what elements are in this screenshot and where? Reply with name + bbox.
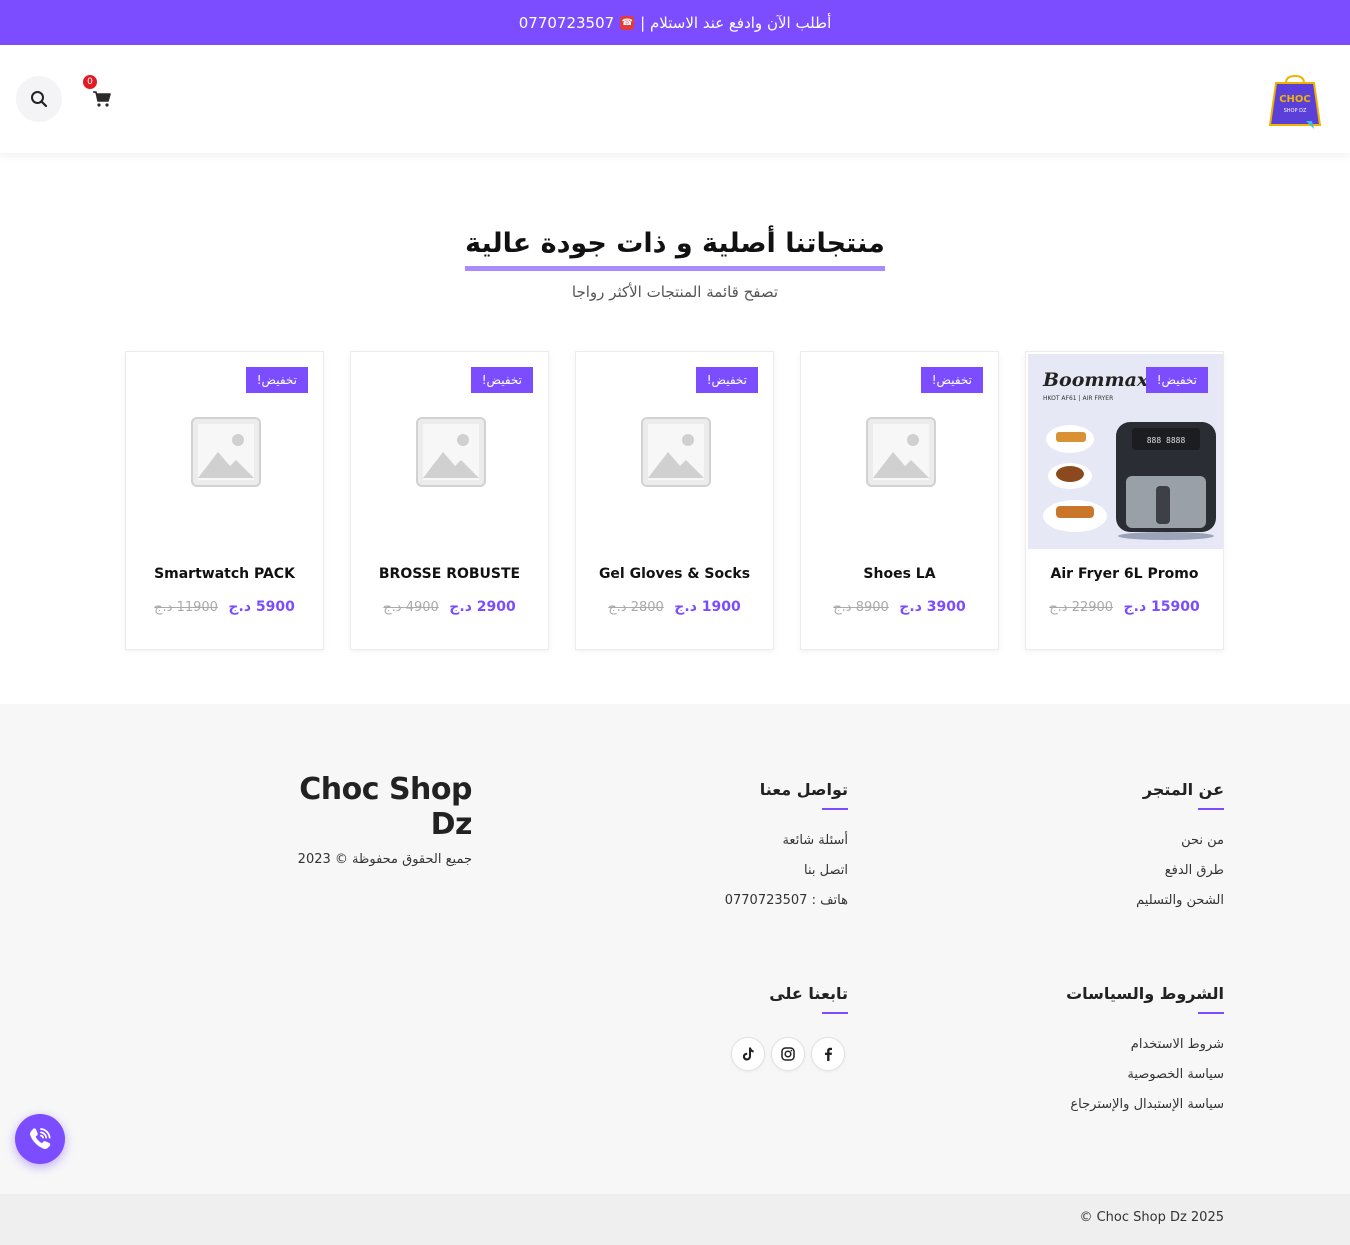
- image-placeholder-icon: [865, 416, 936, 487]
- sale-badge: تخفيض!: [695, 367, 758, 393]
- facebook-link[interactable]: [811, 1037, 845, 1071]
- footer-contact-title: تواصل معنا: [759, 780, 848, 799]
- footer-link-returns[interactable]: سياسة الإستبدال والإسترجاع: [964, 1096, 1224, 1126]
- product-card[interactable]: تخفيض! Smartwatch PACK 5900 د.ج 11900 د.…: [125, 351, 324, 650]
- section-title: منتجاتنا أصلية و ذات جودة عالية: [465, 228, 885, 271]
- announcement-text: أطلب الآن وادفع عند الاستلام |: [640, 13, 832, 32]
- footer-follow-title: تابعنا على: [769, 984, 848, 1003]
- search-button[interactable]: [16, 76, 62, 122]
- sale-badge: تخفيض!: [245, 367, 308, 393]
- footer-brand-copyright: جميع الحقوق محفوظة © 2023: [297, 852, 472, 867]
- site-header: CHOC SHOP DZ 0: [0, 45, 1350, 153]
- tiktok-icon: [742, 1047, 754, 1061]
- logo-line2: SHOP DZ: [1284, 108, 1307, 114]
- product-price: 3900 د.ج 8900 د.ج: [801, 599, 998, 615]
- svg-text:888 8888: 888 8888: [1147, 436, 1186, 445]
- footer-title-underline: [1198, 808, 1224, 810]
- footer-title-underline: [822, 1012, 848, 1014]
- tiktok-link[interactable]: [731, 1037, 765, 1071]
- footer-about-title: عن المتجر: [1142, 780, 1224, 799]
- logo-line1: CHOC: [1279, 94, 1311, 105]
- footer-policies-column: الشروط والسياسات شروط الاستخدام سياسة ال…: [964, 984, 1224, 1126]
- footer-link-contact-us[interactable]: اتصل بنا: [628, 862, 848, 892]
- instagram-link[interactable]: [771, 1037, 805, 1071]
- sale-badge: تخفيض!: [920, 367, 983, 393]
- facebook-icon: [825, 1047, 832, 1061]
- product-card[interactable]: تخفيض! BROSSE ROBUSTE 2900 د.ج 4900 د.ج: [350, 351, 549, 650]
- phone-call-icon: [30, 1128, 51, 1149]
- product-price: 5900 د.ج 11900 د.ج: [126, 599, 323, 615]
- current-price: 1900 د.ج: [674, 599, 741, 615]
- section-subtitle: تصفح قائمة المنتجات الأكثر رواجا: [571, 283, 779, 301]
- product-name[interactable]: Smartwatch PACK: [126, 566, 323, 582]
- section-heading: منتجاتنا أصلية و ذات جودة عالية: [0, 228, 1350, 271]
- footer-phone: هاتف : 0770723507: [724, 893, 848, 908]
- viber-call-button[interactable]: [15, 1114, 65, 1164]
- current-price: 3900 د.ج: [899, 599, 966, 615]
- footer-brand-name: Choc Shop Dz: [299, 772, 472, 842]
- bottom-bar: © Choc Shop Dz 2025: [0, 1194, 1350, 1245]
- footer-brand: Choc Shop Dz جميع الحقوق محفوظة © 2023: [262, 772, 473, 867]
- footer-link-shipping[interactable]: الشحن والتسليم: [1004, 892, 1224, 922]
- old-price: 11900 د.ج: [154, 600, 218, 615]
- sale-badge: تخفيض!: [470, 367, 533, 393]
- old-price: 8900 د.ج: [833, 600, 889, 615]
- footer-link-faq[interactable]: أسئلة شائعة: [628, 832, 848, 862]
- product-price: 15900 د.ج 22900 د.ج: [1026, 599, 1223, 615]
- footer-title-underline: [822, 808, 848, 810]
- cart-count-badge: 0: [83, 75, 97, 89]
- old-price: 2800 د.ج: [608, 600, 664, 615]
- product-card[interactable]: Boommax HKOT AF61 | AIR FRYER 888 8888 ت…: [1025, 351, 1224, 650]
- telephone-icon: ☎: [620, 15, 635, 30]
- footer-contact-column: تواصل معنا أسئلة شائعة اتصل بنا هاتف : 0…: [628, 780, 848, 922]
- product-name[interactable]: Gel Gloves & Socks: [576, 566, 773, 582]
- cart-icon: [93, 91, 111, 107]
- bottom-copyright: © Choc Shop Dz 2025: [1079, 1210, 1224, 1225]
- search-icon: [31, 91, 48, 108]
- footer-about-column: عن المتجر من نحن طرق الدفع الشحن والتسلي…: [1004, 780, 1224, 922]
- current-price: 15900 د.ج: [1123, 599, 1200, 615]
- footer-link-privacy[interactable]: سياسة الخصوصية: [964, 1066, 1224, 1096]
- product-name[interactable]: Air Fryer 6L Promo: [1026, 566, 1223, 582]
- image-placeholder-icon: [640, 416, 711, 487]
- image-placeholder-icon: [190, 416, 261, 487]
- footer-policies-title: الشروط والسياسات: [1066, 984, 1224, 1003]
- product-price: 1900 د.ج 2800 د.ج: [576, 599, 773, 615]
- product-card[interactable]: تخفيض! Shoes LA 3900 د.ج 8900 د.ج: [800, 351, 999, 650]
- image-placeholder-icon: [415, 416, 486, 487]
- current-price: 2900 د.ج: [449, 599, 516, 615]
- site-logo[interactable]: CHOC SHOP DZ: [1268, 74, 1322, 131]
- old-price: 22900 د.ج: [1049, 600, 1114, 615]
- image-brand-text: Boommax: [1042, 369, 1149, 391]
- footer-title-underline: [1198, 1012, 1224, 1014]
- product-name[interactable]: Shoes LA: [801, 566, 998, 582]
- old-price: 4900 د.ج: [383, 600, 439, 615]
- footer-link-payment-methods[interactable]: طرق الدفع: [1004, 862, 1224, 892]
- footer-link-terms[interactable]: شروط الاستخدام: [964, 1036, 1224, 1066]
- product-card[interactable]: تخفيض! Gel Gloves & Socks 1900 د.ج 2800 …: [575, 351, 774, 650]
- cart-button[interactable]: 0: [79, 75, 125, 122]
- current-price: 5900 د.ج: [228, 599, 295, 615]
- sale-badge: تخفيض!: [1145, 367, 1208, 393]
- footer-link-about-us[interactable]: من نحن: [1004, 832, 1224, 862]
- instagram-icon: [781, 1047, 795, 1061]
- footer-follow-column: تابعنا على: [628, 984, 848, 1014]
- product-name[interactable]: BROSSE ROBUSTE: [351, 566, 548, 582]
- image-model-text: HKOT AF61 | AIR FRYER: [1043, 395, 1113, 402]
- product-price: 2900 د.ج 4900 د.ج: [351, 599, 548, 615]
- announcement-phone: 0770723507: [518, 13, 615, 32]
- announcement-bar: أطلب الآن وادفع عند الاستلام | ☎ 0770723…: [0, 0, 1350, 45]
